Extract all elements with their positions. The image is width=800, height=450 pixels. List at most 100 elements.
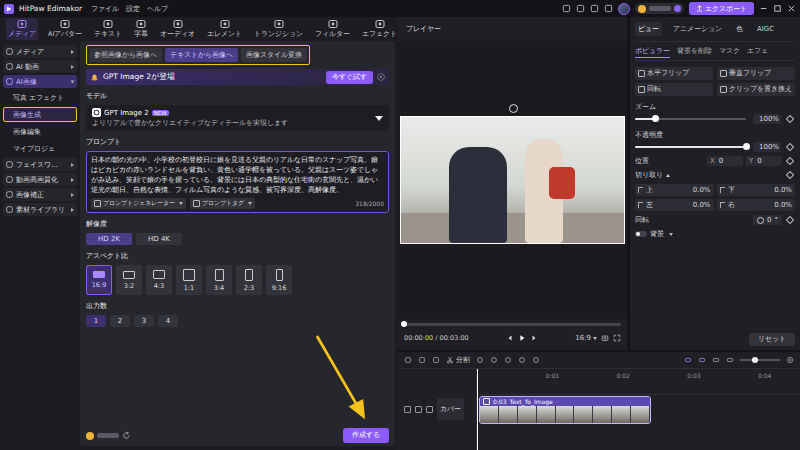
timeline-tool-icon[interactable] — [518, 356, 526, 364]
properties-subtab[interactable]: 背景を削除 — [677, 46, 712, 58]
action-button[interactable]: 水平フリップ — [635, 67, 713, 80]
aspect-ratio-option[interactable]: 2:3 — [236, 265, 262, 295]
toolbar-action-icon[interactable] — [562, 4, 571, 13]
menu-item[interactable]: ヘルプ — [147, 4, 168, 14]
aspect-ratio-option[interactable]: 3:2 — [116, 265, 142, 295]
mute-icon[interactable] — [426, 406, 433, 413]
slider-knob[interactable] — [743, 143, 750, 150]
toolbar-tab[interactable]: 字幕 — [132, 18, 150, 40]
toolbar-tab[interactable]: オーディオ — [158, 18, 197, 40]
action-button[interactable]: 回転 — [635, 83, 713, 96]
timeline-tool-icon[interactable] — [504, 356, 512, 364]
position-y-input[interactable]: Y0 — [746, 156, 782, 166]
aspect-ratio-option[interactable]: 9:16 — [266, 265, 292, 295]
properties-subtab[interactable]: エフェ — [747, 46, 768, 58]
aspect-ratio-option[interactable]: 1:1 — [176, 265, 202, 295]
output-count-option[interactable]: 1 — [86, 315, 106, 327]
fullscreen-icon[interactable] — [613, 334, 621, 342]
properties-tab[interactable]: ビュー — [635, 22, 662, 36]
sidebar-item[interactable]: 写真 エフェクト — [3, 90, 77, 105]
slider-track[interactable] — [635, 118, 746, 120]
timeline-view-icon[interactable] — [726, 356, 734, 364]
toolbar-tab[interactable]: フィルター — [313, 18, 352, 40]
timeline-tool-icon[interactable] — [476, 356, 484, 364]
rotation-input[interactable]: 0° — [753, 215, 782, 225]
try-now-button[interactable]: 今すぐ試す — [326, 71, 373, 84]
output-count-option[interactable]: 3 — [134, 315, 154, 327]
aspect-ratio-option[interactable]: 3:4 — [206, 265, 232, 295]
maximize-icon[interactable] — [773, 4, 782, 13]
toolbar-tab[interactable]: エレメント — [205, 18, 244, 40]
timeline-view-icon[interactable] — [698, 356, 706, 364]
close-icon[interactable] — [787, 4, 796, 13]
eye-icon[interactable] — [415, 406, 422, 413]
action-button[interactable]: クリップを置き換え — [717, 83, 795, 96]
preview-image[interactable] — [401, 117, 624, 243]
timeline-tool-icon[interactable] — [404, 356, 412, 364]
timeline-tool-icon[interactable] — [418, 356, 426, 364]
position-x-input[interactable]: X0 — [707, 156, 743, 166]
prompt-tool-button[interactable]: プロンプトタグ — [190, 198, 255, 209]
background-toggle[interactable] — [635, 231, 647, 237]
zoom-in-icon[interactable] — [786, 356, 794, 364]
toolbar-tab[interactable]: AIアバター — [46, 18, 84, 40]
play-icon[interactable] — [518, 334, 526, 342]
output-count-option[interactable]: 2 — [110, 315, 130, 327]
progress-knob[interactable] — [401, 321, 407, 327]
aspect-ratio-option[interactable]: 16:9 — [86, 265, 112, 295]
timeline-tool-icon[interactable] — [432, 356, 440, 364]
toolbar-action-icon[interactable] — [590, 4, 599, 13]
avatar-icon[interactable] — [618, 3, 630, 15]
toolbar-tab[interactable]: エフェクト — [360, 18, 399, 40]
sidebar-group[interactable]: メディア — [3, 45, 77, 58]
sidebar-group[interactable]: 素材ライブラリ — [3, 203, 77, 216]
sidebar-item[interactable]: 画像生成 — [3, 107, 77, 122]
keyframe-icon[interactable] — [786, 157, 794, 165]
create-button[interactable]: 作成する — [343, 428, 389, 443]
properties-subtab[interactable]: ポピュラー — [635, 46, 670, 58]
toolbar-action-icon[interactable] — [576, 4, 585, 13]
aspect-ratio-option[interactable]: 4:3 — [146, 265, 172, 295]
sidebar-item[interactable]: マイプロジェ — [3, 141, 77, 156]
generator-tab[interactable]: テキストから画像へ — [165, 48, 238, 62]
split-button[interactable]: 分割 — [446, 355, 470, 365]
sidebar-group[interactable]: 動画高画質化 — [3, 173, 77, 186]
resolution-option[interactable]: HD 4K — [136, 233, 182, 245]
crop-input[interactable]: 下0.0% — [717, 184, 796, 196]
output-count-option[interactable]: 4 — [158, 315, 178, 327]
toolbar-action-icon[interactable] — [604, 4, 613, 13]
playhead[interactable] — [477, 369, 478, 450]
crop-input[interactable]: 左0.0% — [635, 199, 714, 211]
keyframe-icon[interactable] — [786, 171, 794, 179]
timeline-view-icon[interactable] — [684, 356, 692, 364]
close-icon[interactable] — [377, 73, 385, 81]
minimize-icon[interactable] — [759, 4, 768, 13]
properties-tab[interactable]: 色 — [733, 22, 746, 36]
slider-value[interactable]: 100% — [753, 142, 781, 152]
ratio-select[interactable]: 16:9 — [575, 334, 597, 342]
toolbar-tab[interactable]: トランジション — [252, 18, 305, 40]
credits-pill[interactable] — [635, 3, 684, 14]
timeline-zoom-slider[interactable] — [740, 359, 780, 361]
generator-tab[interactable]: 画像スタイル変換 — [241, 48, 307, 62]
model-select[interactable]: GPT Image 2NEWよりリアルで豊かなクリエイティブなディテールを実現し… — [86, 105, 389, 131]
sidebar-group[interactable]: 画像補正 — [3, 188, 77, 201]
reset-button[interactable]: リセット — [749, 333, 795, 346]
snapshot-icon[interactable] — [601, 334, 609, 342]
properties-tab[interactable]: AIGC — [754, 23, 777, 35]
lock-icon[interactable] — [404, 406, 411, 413]
crop-input[interactable]: 右0.0% — [717, 199, 796, 211]
timeline-tool-icon[interactable] — [490, 356, 498, 364]
keyframe-icon[interactable] — [786, 143, 794, 151]
resolution-option[interactable]: HD 2K — [86, 233, 132, 245]
timeline-clip[interactable]: 0:03Text_To_Image — [479, 396, 651, 424]
cover-label[interactable]: カバー — [437, 398, 464, 420]
export-button[interactable]: エクスポート — [689, 2, 754, 15]
properties-subtab[interactable]: マスク — [719, 46, 740, 58]
keyframe-icon[interactable] — [786, 115, 794, 123]
action-button[interactable]: 垂直フリップ — [717, 67, 795, 80]
sidebar-group[interactable]: AI画像 — [3, 75, 77, 88]
toolbar-tab[interactable]: テキスト — [92, 18, 124, 40]
sidebar-group[interactable]: AI 動画 — [3, 60, 77, 73]
sidebar-group[interactable]: フェイスワ... — [3, 158, 77, 171]
